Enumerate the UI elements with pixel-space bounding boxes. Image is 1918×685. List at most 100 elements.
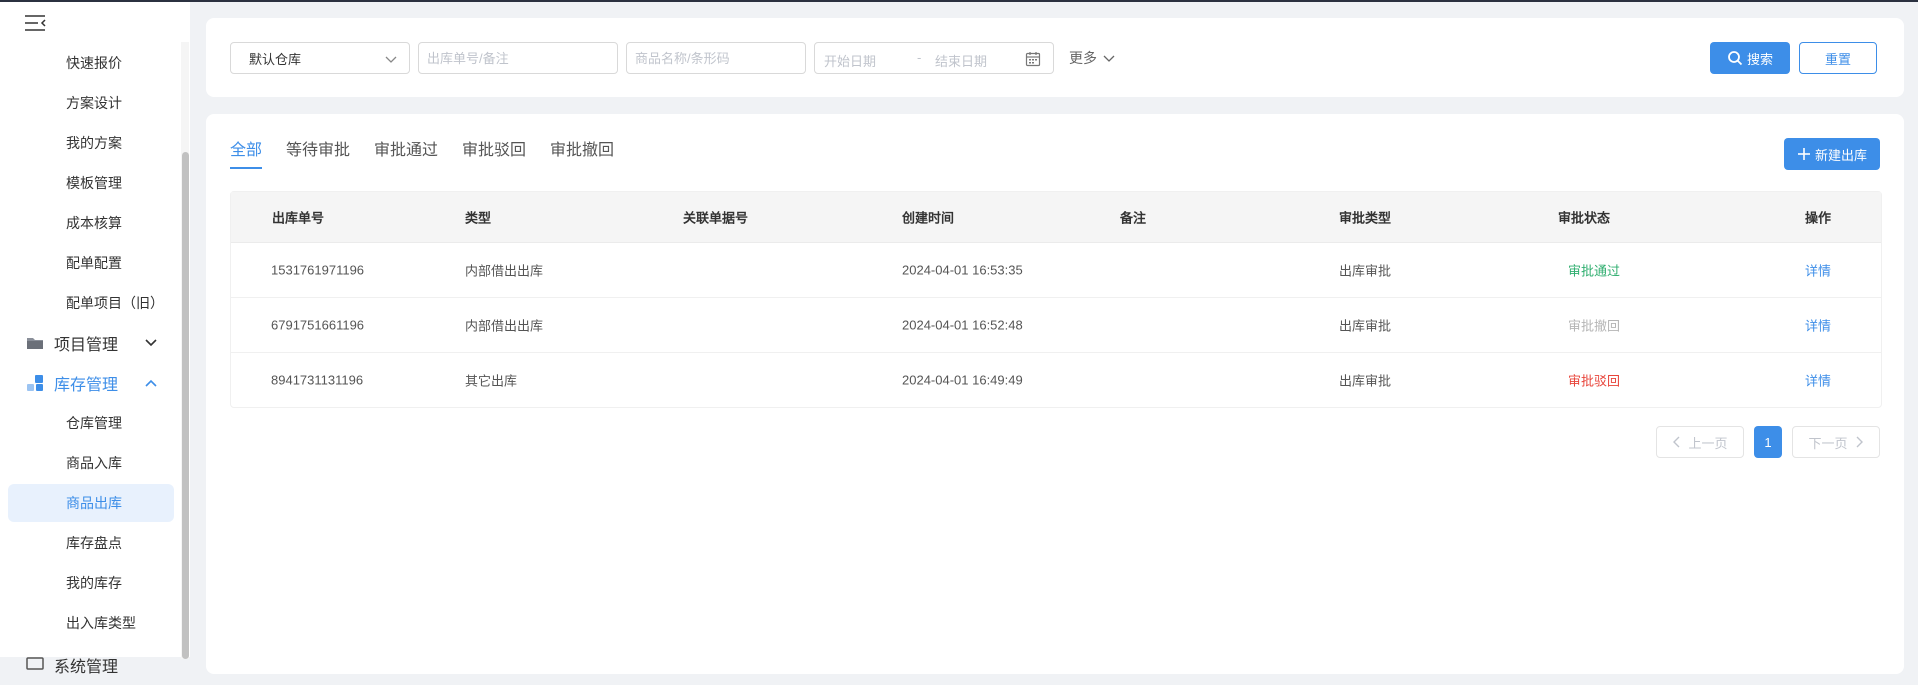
plus-icon [1797, 148, 1810, 160]
next-page-button[interactable]: 下一页 [1792, 426, 1880, 458]
created-cell: 2024-04-01 16:49:49 [902, 372, 1023, 388]
column-header: 创建时间 [902, 210, 955, 226]
sidebar-item-label: 模板管理 [66, 175, 122, 191]
sidebar-item-label: 出入库类型 [66, 615, 136, 631]
created-cell: 2024-04-01 16:52:48 [902, 317, 1023, 333]
outbound-table: 出库单号 类型 关联单据号 创建时间 备注 审批类型 审批状态 操作 15317… [230, 191, 1882, 408]
sidebar-group-label: 项目管理 [54, 337, 119, 354]
chevron-down-icon [385, 56, 397, 63]
sidebar-item-order-project-old[interactable]: 配单项目（旧） [8, 284, 174, 322]
sidebar: 快速报价 方案设计 我的方案 模板管理 成本核算 配单配置 配单项目（旧） 项目… [0, 2, 190, 676]
sidebar-item-templates[interactable]: 模板管理 [8, 164, 174, 202]
menu-collapse-icon[interactable] [24, 14, 46, 32]
sidebar-item-solution-design[interactable]: 方案设计 [8, 84, 174, 122]
approval-type-cell: 出库审批 [1339, 373, 1392, 389]
column-header: 审批状态 [1558, 210, 1611, 226]
active-tab-indicator [230, 167, 262, 169]
more-filters-label: 更多 [1069, 50, 1097, 66]
order-no-cell: 8941731131196 [271, 372, 364, 388]
warehouse-select[interactable]: 默认仓库 [230, 42, 410, 74]
created-cell: 2024-04-01 16:53:35 [902, 262, 1023, 278]
tab-all[interactable]: 全部 [230, 136, 262, 160]
column-header: 操作 [1805, 210, 1832, 226]
order-no-cell: 1531761971196 [271, 262, 365, 278]
sidebar-scrollbar[interactable] [182, 152, 189, 659]
search-icon [1728, 51, 1743, 66]
prev-page-button[interactable]: 上一页 [1656, 426, 1744, 458]
sidebar-group-system[interactable]: 系统管理 [8, 645, 174, 685]
sidebar-item-label: 商品入库 [66, 455, 122, 471]
start-date-input[interactable]: 开始日期 [824, 51, 876, 70]
order-no-cell: 6791751661196 [271, 317, 365, 333]
table-row: 6791751661196 内部借出出库 2024-04-01 16:52:48… [231, 298, 1881, 353]
sidebar-item-my-solutions[interactable]: 我的方案 [8, 124, 174, 162]
warehouse-select-value: 默认仓库 [249, 51, 302, 67]
approval-type-cell: 出库审批 [1339, 318, 1392, 334]
type-cell: 内部借出出库 [465, 263, 544, 279]
table-row: 1531761971196 内部借出出库 2024-04-01 16:53:35… [231, 243, 1881, 298]
chevron-down-icon [145, 339, 157, 347]
sidebar-item-warehouse[interactable]: 仓库管理 [8, 404, 174, 442]
detail-link[interactable]: 详情 [1805, 316, 1831, 335]
folder-icon [27, 338, 43, 349]
order-no-field [418, 42, 618, 74]
sidebar-item-stock-in[interactable]: 商品入库 [8, 444, 174, 482]
column-header: 类型 [465, 210, 492, 226]
search-button-label: 搜索 [1746, 51, 1773, 67]
status-badge: 审批通过 [1568, 263, 1621, 279]
sidebar-item-label: 快速报价 [66, 55, 122, 71]
chevron-up-icon [145, 379, 157, 387]
sidebar-item-label: 配单项目（旧） [66, 295, 164, 311]
chevron-down-icon [1103, 55, 1115, 62]
detail-link[interactable]: 详情 [1805, 261, 1831, 280]
search-button[interactable]: 搜索 [1710, 42, 1790, 74]
tab-withdrawn[interactable]: 审批撤回 [550, 136, 614, 160]
prev-page-label: 上一页 [1688, 435, 1728, 451]
end-date-input[interactable]: 结束日期 [935, 51, 987, 70]
column-header: 审批类型 [1339, 210, 1392, 226]
status-badge: 审批撤回 [1568, 318, 1621, 334]
order-no-input[interactable] [419, 50, 617, 66]
outbound-list-panel: 全部 等待审批 审批通过 审批驳回 审批撤回 新建出库 出库单号 类型 关联单据… [206, 114, 1904, 674]
reset-button[interactable]: 重置 [1799, 42, 1877, 74]
calendar-icon [1025, 52, 1041, 67]
sidebar-item-label: 我的库存 [66, 575, 122, 591]
tab-pending[interactable]: 等待审批 [286, 136, 350, 160]
inventory-blocks-icon [27, 375, 43, 391]
page-number-current[interactable]: 1 [1754, 426, 1782, 458]
date-separator: - [917, 50, 922, 65]
new-outbound-button[interactable]: 新建出库 [1784, 138, 1880, 170]
product-field [626, 42, 806, 74]
top-border [0, 0, 1918, 2]
detail-link[interactable]: 详情 [1805, 371, 1831, 390]
date-range-picker[interactable]: 开始日期 - 结束日期 [814, 42, 1054, 74]
sidebar-item-label: 成本核算 [66, 215, 122, 231]
sidebar-item-io-types[interactable]: 出入库类型 [8, 604, 174, 642]
reset-button-label: 重置 [1824, 51, 1851, 67]
sidebar-item-stock-out[interactable]: 商品出库 [8, 484, 174, 522]
sidebar-item-my-stock[interactable]: 我的库存 [8, 564, 174, 602]
new-outbound-label: 新建出库 [1814, 147, 1867, 163]
sidebar-item-label: 我的方案 [66, 135, 122, 151]
tab-rejected[interactable]: 审批驳回 [462, 136, 526, 160]
sidebar-item-order-config[interactable]: 配单配置 [8, 244, 174, 282]
column-header: 备注 [1120, 210, 1147, 226]
sidebar-group-project[interactable]: 项目管理 [8, 323, 174, 363]
tab-approved[interactable]: 审批通过 [374, 136, 438, 160]
table-header: 出库单号 类型 关联单据号 创建时间 备注 审批类型 审批状态 操作 [231, 192, 1881, 243]
sidebar-item-label: 仓库管理 [66, 415, 122, 431]
sidebar-item-label: 商品出库 [66, 495, 122, 511]
sidebar-item-label: 配单配置 [66, 255, 122, 271]
system-icon [26, 657, 44, 670]
chevron-right-icon [1856, 436, 1863, 448]
sidebar-item-quick-quote[interactable]: 快速报价 [8, 44, 174, 82]
type-cell: 其它出库 [465, 373, 518, 389]
column-header: 关联单据号 [683, 210, 749, 226]
approval-type-cell: 出库审批 [1339, 263, 1392, 279]
sidebar-item-stocktake[interactable]: 库存盘点 [8, 524, 174, 562]
more-filters-toggle[interactable]: 更多 [1069, 42, 1115, 74]
sidebar-group-inventory[interactable]: 库存管理 [8, 363, 174, 403]
product-input[interactable] [627, 50, 805, 66]
sidebar-item-cost-accounting[interactable]: 成本核算 [8, 204, 174, 242]
chevron-left-icon [1673, 436, 1680, 448]
